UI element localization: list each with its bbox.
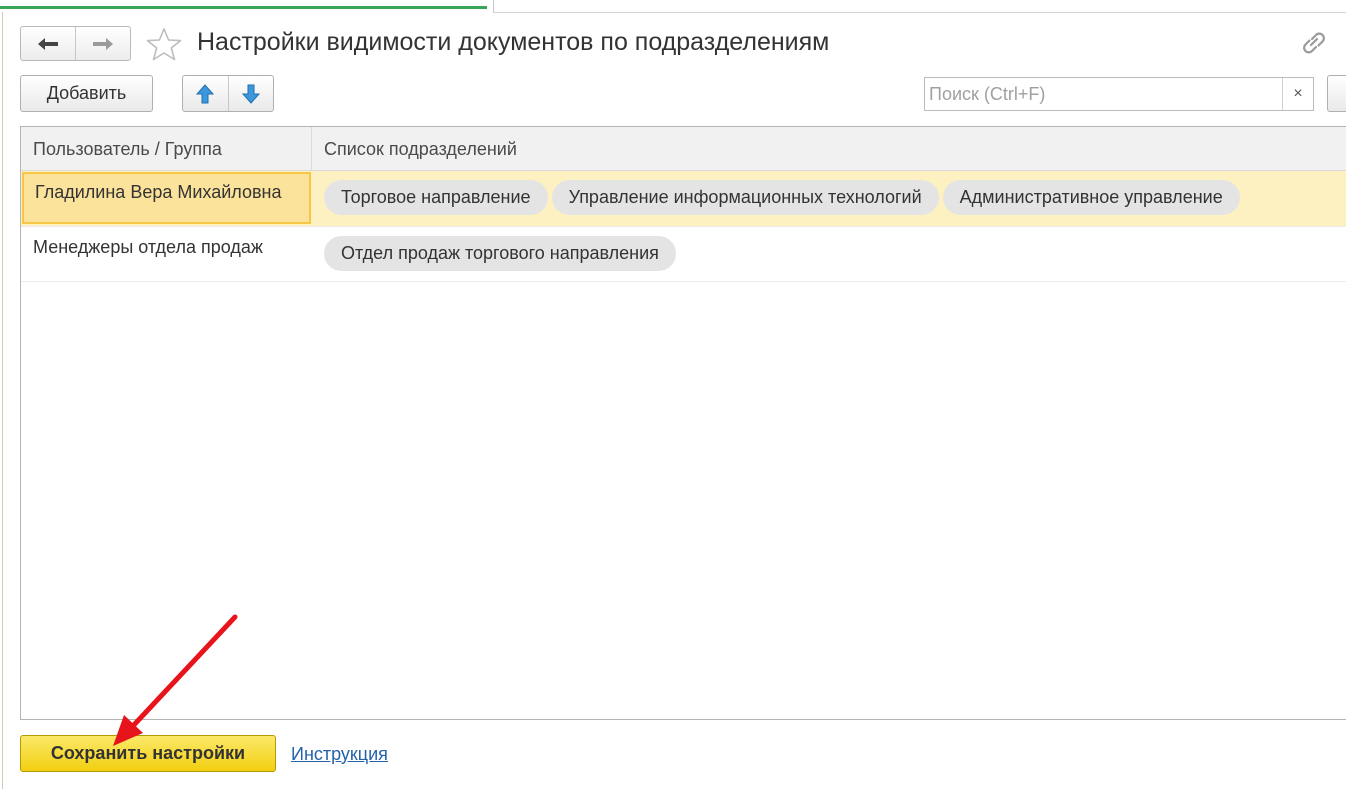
table-row[interactable]: Менеджеры отдела продаж Отдел продаж тор…	[21, 227, 1346, 282]
settings-table: Пользователь / Группа Список подразделен…	[20, 126, 1346, 720]
user-cell[interactable]: Гладилина Вера Михайловна	[22, 172, 311, 224]
table-header: Пользователь / Группа Список подразделен…	[21, 127, 1346, 171]
search-input[interactable]	[925, 78, 1282, 110]
department-chip[interactable]: Управление информационных технологий	[551, 180, 939, 215]
active-tab-indicator	[0, 6, 487, 9]
user-cell[interactable]: Менеджеры отдела продаж	[21, 227, 312, 281]
star-icon[interactable]	[145, 27, 183, 61]
arrow-left-icon	[38, 37, 58, 50]
department-chip[interactable]: Торговое направление	[324, 180, 548, 215]
column-header-user[interactable]: Пользователь / Группа	[21, 127, 312, 171]
department-list: Торговое направление Управление информац…	[324, 180, 1240, 215]
top-border	[493, 12, 1346, 13]
navigation-buttons	[20, 26, 131, 61]
department-chip[interactable]: Административное управление	[942, 180, 1240, 215]
reorder-buttons	[182, 75, 274, 112]
link-icon[interactable]	[1300, 30, 1328, 56]
arrow-down-icon	[241, 84, 260, 104]
window-top-strip	[0, 0, 1346, 14]
left-border	[2, 12, 3, 789]
move-up-button[interactable]	[183, 76, 228, 111]
add-button[interactable]: Добавить	[20, 75, 153, 112]
instruction-link[interactable]: Инструкция	[291, 744, 388, 765]
arrow-up-icon	[196, 83, 215, 103]
page-title: Настройки видимости документов по подраз…	[197, 28, 830, 56]
more-button[interactable]	[1327, 75, 1346, 112]
back-button[interactable]	[21, 27, 75, 60]
search-box: ×	[924, 77, 1314, 111]
department-list: Отдел продаж торгового направления	[324, 236, 676, 271]
forward-button[interactable]	[75, 27, 130, 60]
arrow-right-icon	[93, 37, 113, 50]
save-settings-button[interactable]: Сохранить настройки	[20, 735, 276, 772]
tab-divider	[493, 0, 494, 12]
move-down-button[interactable]	[227, 76, 274, 111]
table-row[interactable]: Гладилина Вера Михайловна Торговое напра…	[21, 171, 1346, 227]
column-header-departments[interactable]: Список подразделений	[312, 127, 1346, 171]
close-icon[interactable]: ×	[1282, 78, 1313, 110]
department-chip[interactable]: Отдел продаж торгового направления	[324, 236, 676, 271]
